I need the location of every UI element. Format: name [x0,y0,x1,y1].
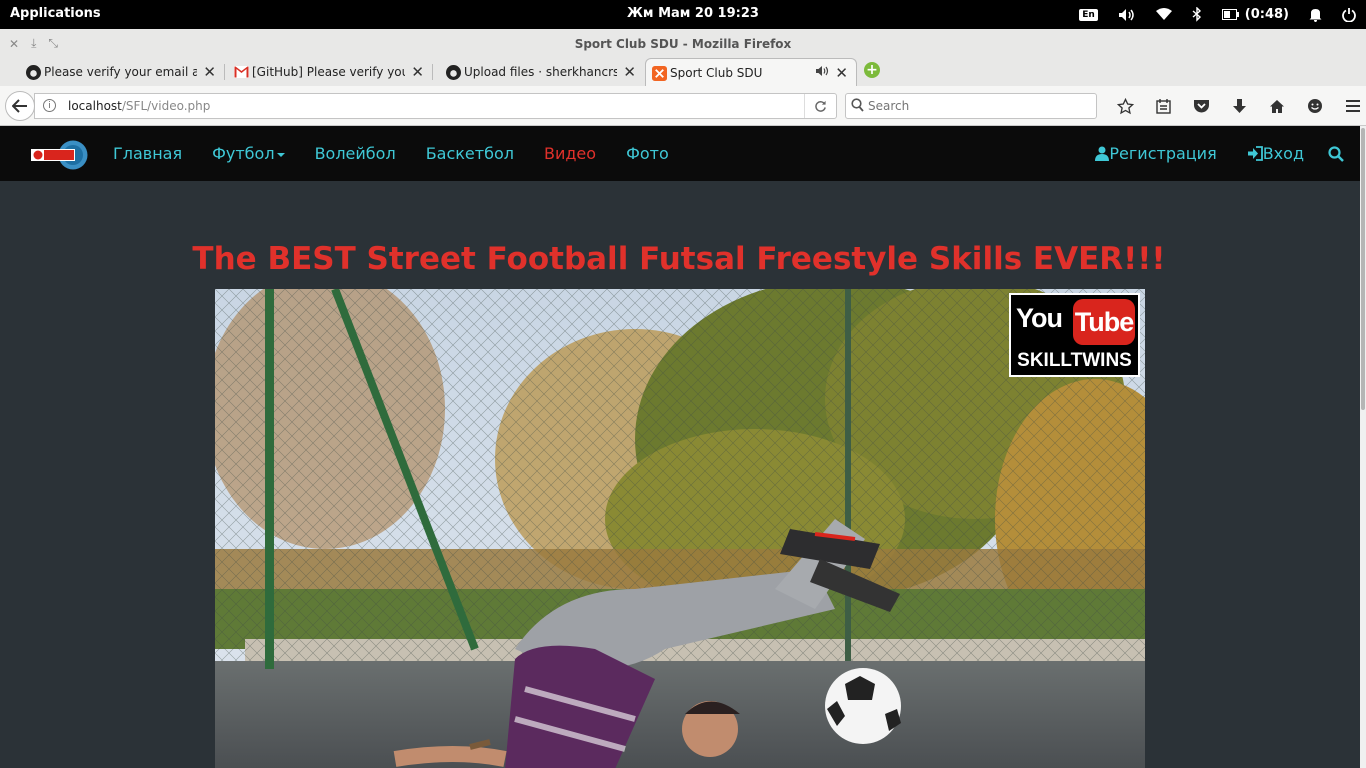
system-top-bar: Applications Жм Мам 20 19:23 En (0:48) [0,0,1366,29]
new-tab-plus-icon[interactable]: + [864,62,880,78]
video-title: The BEST Street Football Futsal Freestyl… [192,241,1166,277]
close-tab-icon[interactable]: ✕ [411,63,424,81]
close-tab-icon[interactable]: ✕ [835,64,848,82]
search-icon [851,98,864,115]
volume-icon[interactable] [1118,8,1136,22]
nav-video[interactable]: Видео [544,144,596,163]
tab-label: [GitHub] Please verify your... [252,65,405,79]
page-info-icon[interactable]: i [43,99,56,112]
applications-menu[interactable]: Applications [10,6,101,21]
notification-bell-icon[interactable] [1309,7,1322,22]
restore-window-icon[interactable]: ⤡ [48,36,58,51]
nav-football[interactable]: Футбол [212,144,285,163]
close-window-icon[interactable]: ✕ [9,37,19,51]
power-icon[interactable] [1342,7,1356,22]
toolbar-icons [1106,86,1366,126]
nav-photo[interactable]: Фото [626,144,669,163]
user-icon [1095,146,1110,161]
hamburger-menu-icon[interactable] [1334,99,1366,113]
site-search-icon[interactable] [1328,145,1344,162]
close-tab-icon[interactable]: ✕ [623,63,636,81]
github-icon [445,64,461,80]
tab-github-mail[interactable]: [GitHub] Please verify your... ✕ [228,58,433,86]
search-input[interactable] [868,97,1088,115]
battery-icon [1221,9,1239,20]
sign-in-icon [1247,146,1263,161]
tab-label: Please verify your email ad... [44,65,198,79]
close-tab-icon[interactable]: ✕ [203,63,216,81]
window-title: Sport Club SDU - Mozilla Firefox [0,29,1366,58]
back-button[interactable] [5,91,35,121]
chat-hello-icon[interactable] [1296,98,1334,114]
page-scrollbar[interactable] [1360,126,1366,768]
site-icon [651,65,667,81]
window-controls: ✕ ⤓ ⤡ [9,29,58,58]
clock[interactable]: Жм Мам 20 19:23 [627,6,759,21]
nav-volleyball[interactable]: Волейбол [315,144,396,163]
web-page: Главная Футбол Волейбол Баскетбол Видео … [0,126,1360,768]
video-thumbnail-image [215,289,1145,768]
url-bar[interactable]: i localhost/SFL/video.php [34,93,837,119]
user-menu: Регистрация Вход [1095,126,1360,181]
video-player[interactable]: You Tube SKILLTWINS [215,289,1145,768]
tab-upload-files[interactable]: Upload files · sherkhancrs/... ✕ [440,58,644,86]
site-navbar: Главная Футбол Волейбол Баскетбол Видео … [0,126,1360,181]
tab-label: Upload files · sherkhancrs/... [464,65,618,79]
tab-audio-icon[interactable] [815,65,829,80]
tab-sport-club[interactable]: Sport Club SDU ✕ [645,58,857,86]
login-link[interactable]: Вход [1247,144,1304,163]
register-link[interactable]: Регистрация [1095,144,1217,163]
gmail-icon [233,64,249,80]
nav-basketball[interactable]: Баскетбол [426,144,514,163]
tab-verify-email[interactable]: Please verify your email ad... ✕ [20,58,225,86]
reading-list-icon[interactable] [1144,98,1182,114]
minimize-window-icon[interactable]: ⤓ [31,36,36,51]
back-arrow-icon [12,99,27,113]
pocket-icon[interactable] [1182,99,1220,114]
keyboard-layout[interactable]: En [1079,8,1098,21]
nav-home[interactable]: Главная [113,144,182,163]
url-text[interactable]: localhost/SFL/video.php [68,99,210,113]
site-logo[interactable] [30,140,88,170]
battery-time: (0:48) [1244,7,1289,22]
battery-status[interactable]: (0:48) [1221,7,1289,22]
bookmark-star-icon[interactable] [1106,97,1144,115]
tab-label: Sport Club SDU [670,65,763,80]
system-tray: En (0:48) [1069,0,1366,29]
github-icon [25,64,41,80]
main-menu: Главная Футбол Волейбол Баскетбол Видео … [113,126,699,181]
scrollbar-thumb[interactable] [1361,128,1365,410]
bluetooth-icon[interactable] [1192,7,1202,22]
tab-strip: Please verify your email ad... ✕ [GitHub… [0,56,1366,86]
home-icon[interactable] [1258,99,1296,114]
wifi-icon[interactable] [1155,8,1172,21]
chevron-down-icon [276,152,285,157]
reload-icon[interactable] [804,94,836,118]
youtube-skilltwins-logo: You Tube SKILLTWINS [1009,293,1140,377]
downloads-icon[interactable] [1220,98,1258,114]
search-field[interactable] [845,93,1097,119]
